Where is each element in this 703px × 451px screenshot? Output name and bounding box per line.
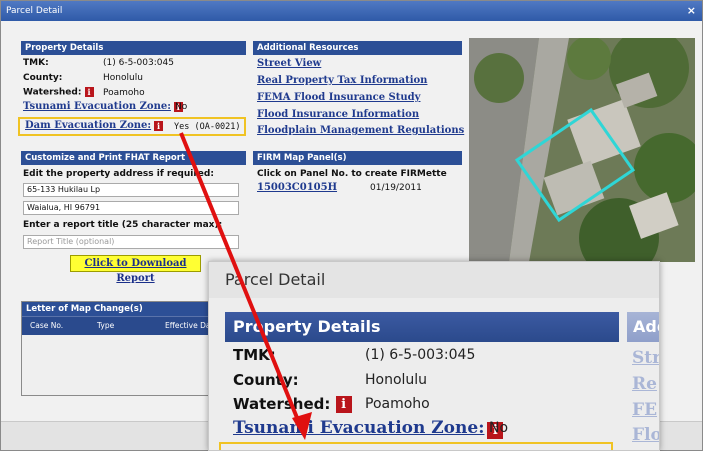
tmk-value: (1) 6-5-003:045 bbox=[103, 58, 174, 68]
property-details-header: Property Details bbox=[21, 41, 246, 55]
county-value: Honolulu bbox=[103, 73, 143, 83]
firm-instruction: Click on Panel No. to create FIRMette bbox=[257, 169, 447, 179]
additional-resources-header: Additional Resources bbox=[253, 41, 462, 55]
column-effective-date[interactable]: Effective Da bbox=[165, 321, 210, 330]
column-type[interactable]: Type bbox=[97, 321, 114, 330]
tmk-label: TMK: bbox=[23, 58, 49, 68]
zoom-additional-header: Add bbox=[627, 312, 659, 342]
zoom-dam-highlight bbox=[219, 442, 613, 450]
firm-panel-date: 01/19/2011 bbox=[370, 183, 422, 193]
zoom-title: Parcel Detail bbox=[209, 262, 659, 298]
dam-value: Yes (OA-0021) bbox=[174, 122, 241, 132]
zoom-link-partial-1[interactable]: Str bbox=[632, 348, 659, 368]
zoom-link-partial-2[interactable]: Re bbox=[632, 374, 657, 394]
zoom-county-value: Honolulu bbox=[365, 372, 428, 388]
download-report-button[interactable]: Click to Download Report bbox=[70, 255, 201, 284]
dam-zone-link[interactable]: Dam Evacuation Zone: bbox=[25, 120, 151, 131]
zoom-tsunami-value: No bbox=[489, 420, 509, 436]
floodplain-regulations-link[interactable]: Floodplain Management Regulations bbox=[257, 125, 464, 136]
zoom-county-label: County: bbox=[233, 371, 299, 389]
zoom-callout: Parcel Detail Property Details Add TMK: … bbox=[208, 261, 660, 451]
aerial-imagery bbox=[469, 38, 695, 262]
flood-insurance-link[interactable]: Flood Insurance Information bbox=[257, 109, 419, 120]
county-label: County: bbox=[23, 73, 63, 83]
firm-header: FIRM Map Panel(s) bbox=[253, 151, 462, 165]
flood-study-link[interactable]: FEMA Flood Insurance Study bbox=[257, 92, 420, 103]
zoom-watershed-label: Watershed: bbox=[233, 395, 331, 413]
zoom-link-partial-4[interactable]: Flo bbox=[632, 425, 659, 445]
address-line2-field[interactable]: Waialua, HI 96791 bbox=[23, 201, 239, 215]
info-icon[interactable]: i bbox=[153, 120, 163, 131]
tsunami-zone-link[interactable]: Tsunami Evacuation Zone: bbox=[23, 101, 171, 112]
address-line1-field[interactable]: 65-133 Hukilau Lp bbox=[23, 183, 239, 197]
zoom-tmk-value: (1) 6-5-003:045 bbox=[365, 347, 476, 363]
watershed-label: Watershed: bbox=[23, 87, 82, 98]
zoom-info-icon[interactable]: i bbox=[335, 396, 352, 413]
zoom-link-partial-3[interactable]: FE bbox=[632, 400, 657, 420]
close-icon[interactable]: × bbox=[687, 1, 696, 21]
firm-panel-link[interactable]: 15003C0105H bbox=[257, 182, 337, 193]
tsunami-value: No bbox=[175, 102, 188, 112]
column-case-no[interactable]: Case No. bbox=[30, 321, 63, 330]
watershed-value: Poamoho bbox=[103, 88, 145, 98]
zoom-watershed-value: Poamoho bbox=[365, 396, 430, 412]
street-view-link[interactable]: Street View bbox=[257, 58, 321, 69]
report-title-label: Enter a report title (25 character max): bbox=[23, 220, 223, 230]
property-tax-link[interactable]: Real Property Tax Information bbox=[257, 75, 427, 86]
info-icon[interactable]: i bbox=[84, 87, 94, 97]
zoom-property-details-header: Property Details bbox=[225, 312, 619, 342]
window-title: Parcel Detail bbox=[6, 6, 63, 16]
zoom-tsunami-link[interactable]: Tsunami Evacuation Zone: bbox=[233, 418, 484, 438]
report-header: Customize and Print FHAT Report bbox=[21, 151, 246, 165]
report-title-field[interactable]: Report Title (optional) bbox=[23, 235, 239, 249]
edit-address-label: Edit the property address if required: bbox=[23, 169, 214, 179]
zoom-tmk-label: TMK: bbox=[233, 346, 276, 364]
window-titlebar: Parcel Detail × bbox=[1, 1, 702, 21]
aerial-map[interactable] bbox=[469, 38, 695, 262]
